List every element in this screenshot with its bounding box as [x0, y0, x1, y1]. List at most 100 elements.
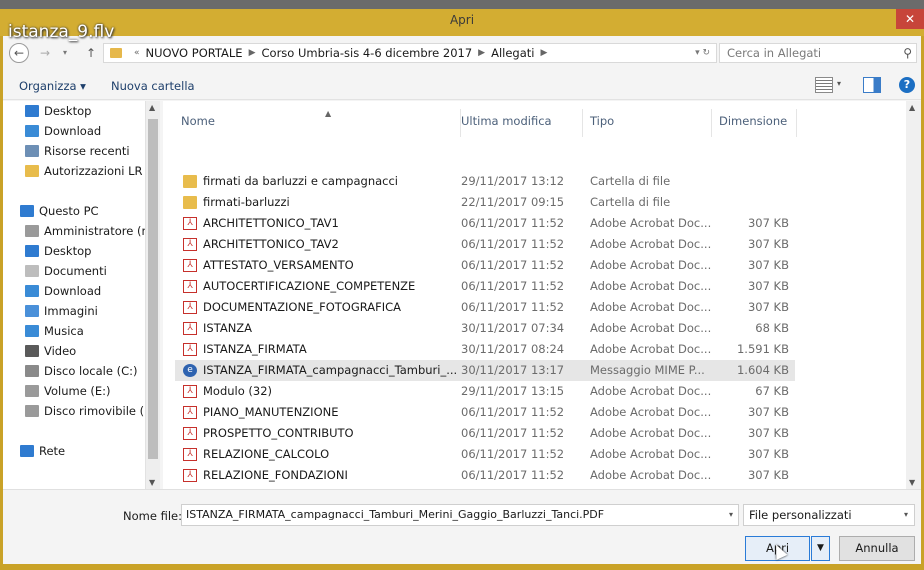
chevron-right-icon[interactable]: ▶ [249, 48, 256, 58]
file-type: Adobe Acrobat Doc... [590, 384, 712, 398]
file-row[interactable]: ⅄ AUTOCERTIFICAZIONE_COMPETENZE 06/11/2017… [175, 276, 795, 297]
file-type: Adobe Acrobat Doc... [590, 237, 712, 251]
preview-pane-icon[interactable] [863, 77, 881, 93]
column-label: Ultima modifica [461, 114, 552, 128]
nav-item[interactable]: Immagini [25, 301, 98, 321]
nav-item-label: Questo PC [39, 204, 99, 218]
file-row[interactable]: ⅄ ISTANZA_FIRMATA 30/11/2017 08:24 Adobe Ac… [175, 339, 795, 360]
scroll-thumb[interactable] [148, 119, 158, 459]
nav-item[interactable]: Disco locale (C:) [25, 361, 137, 381]
file-row[interactable]: ⅄ Modulo (32) 29/11/2017 13:15 Adobe Acroba… [175, 381, 795, 402]
chevron-down-icon[interactable]: ▾ [729, 505, 733, 525]
nav-item[interactable]: Musica [25, 321, 84, 341]
chevron-down-icon[interactable]: ▾ [837, 79, 841, 88]
breadcrumb-item[interactable]: Allegati [491, 46, 534, 60]
file-list: Nome ▲ Ultima modifica Tipo Dimensione f… [163, 101, 921, 489]
file-size: 307 KB [747, 405, 789, 419]
breadcrumb-item[interactable]: Corso Umbria-sis 4-6 dicembre 2017 [262, 46, 473, 60]
nav-item[interactable]: Video [25, 341, 76, 361]
pictures-icon [25, 305, 39, 317]
nav-item[interactable]: Download [25, 281, 101, 301]
nav-item[interactable]: Documenti [25, 261, 107, 281]
file-row[interactable]: ⅄ RELAZIONE_FONDAZIONI 06/11/2017 11:52 Ado… [175, 465, 795, 486]
nav-item-label: Desktop [44, 104, 92, 118]
sort-up-icon: ▲ [325, 109, 332, 118]
column-header-type[interactable]: Tipo [584, 109, 712, 137]
pdf-file-icon: ⅄ [183, 427, 197, 440]
address-bar[interactable]: « NUOVO PORTALE ▶ Corso Umbria-sis 4-6 d… [103, 43, 717, 63]
breadcrumb-item[interactable]: NUOVO PORTALE [146, 46, 243, 60]
file-row[interactable]: ⅄ DOCUMENTAZIONE_FOTOGRAFICA 06/11/2017 11… [175, 297, 795, 318]
file-row[interactable]: ⅄ PIANO_MANUTENZIONE 06/11/2017 11:52 Adobe… [175, 402, 795, 423]
file-row[interactable]: ⅄ ARCHITETTONICO_TAV1 06/11/2017 11:52 Adob… [175, 213, 795, 234]
help-icon[interactable]: ? [899, 77, 915, 93]
file-date: 06/11/2017 11:52 [461, 405, 565, 419]
file-date: 30/11/2017 08:24 [461, 342, 565, 356]
nav-item[interactable]: Disco rimovibile (F [25, 401, 151, 421]
file-type: Adobe Acrobat Doc... [590, 321, 712, 335]
nav-item[interactable]: Autorizzazioni LR ( [25, 161, 151, 181]
column-header-modified[interactable]: Ultima modifica [455, 109, 583, 137]
top-strip [0, 0, 924, 9]
file-type: Adobe Acrobat Doc... [590, 447, 712, 461]
nav-item-label: Rete [39, 444, 66, 458]
nav-item[interactable]: Desktop [25, 101, 91, 121]
column-header-name[interactable]: Nome ▲ [175, 109, 461, 137]
column-header-size[interactable]: Dimensione [713, 109, 797, 137]
file-type: Adobe Acrobat Doc... [590, 405, 712, 419]
file-size [715, 192, 789, 213]
nav-item-label: Download [44, 124, 102, 138]
nav-item[interactable]: Rete [20, 441, 65, 461]
nav-item[interactable]: Volume (E:) [25, 381, 111, 401]
breadcrumb-overflow[interactable]: « [134, 48, 140, 58]
file-list-scrollbar[interactable]: ▲ ▼ [906, 101, 921, 489]
file-row[interactable]: ⅄ RELAZIONE_CALCOLO 06/11/2017 11:52 Adobe … [175, 444, 795, 465]
nav-item[interactable]: Amministratore (m [25, 221, 153, 241]
search-input[interactable]: Cerca in Allegati ⚲ [719, 43, 917, 63]
scroll-down-icon[interactable]: ▼ [909, 478, 915, 487]
scroll-up-icon[interactable]: ▲ [909, 103, 915, 112]
nav-item-label: Volume (E:) [44, 384, 111, 398]
chevron-right-icon[interactable]: ▶ [478, 48, 485, 58]
network-icon [20, 445, 34, 457]
file-row[interactable]: firmati-barluzzi 22/11/2017 09:15 Cartella… [175, 192, 795, 213]
nav-item[interactable]: Desktop [25, 241, 91, 261]
file-size: 307 KB [747, 237, 789, 251]
scroll-up-icon[interactable]: ▲ [149, 103, 155, 112]
file-type-filter[interactable]: File personalizzati ▾ [743, 504, 915, 526]
address-row: ← → ▾ ↑ « NUOVO PORTALE ▶ Corso Umbria-s… [3, 40, 921, 66]
chevron-right-icon[interactable]: ▶ [540, 48, 547, 58]
refresh-icon[interactable]: ▾ ↻ [695, 44, 710, 62]
cancel-button[interactable]: Annulla [839, 536, 915, 561]
navigation-scrollbar[interactable]: ▲ ▼ [145, 101, 160, 489]
nav-item[interactable]: Download [25, 121, 101, 141]
up-folder-button[interactable]: ↑ [81, 43, 101, 63]
pdf-file-icon: ⅄ [183, 406, 197, 419]
file-row[interactable]: ⅄ ATTESTATO_VERSAMENTO 06/11/2017 11:52 Ado… [175, 255, 795, 276]
nav-item[interactable]: Risorse recenti [25, 141, 130, 161]
file-row[interactable]: ⅄ ARCHITETTONICO_TAV2 06/11/2017 11:52 Adob… [175, 234, 795, 255]
file-row[interactable]: ⅄ PROSPETTO_CONTRIBUTO 06/11/2017 11:52 Ado… [175, 423, 795, 444]
back-button[interactable]: ← [9, 43, 29, 63]
nav-item-label: Musica [44, 324, 84, 338]
recent-locations-button[interactable]: ▾ [55, 43, 75, 63]
folder-icon [183, 175, 197, 188]
file-row[interactable]: firmati da barluzzi e campagnacci 29/11/2… [175, 171, 795, 192]
nav-item-label: Documenti [44, 264, 107, 278]
close-icon[interactable]: ✕ [896, 9, 924, 29]
pdf-file-icon: ⅄ [183, 385, 197, 398]
nav-item[interactable]: Questo PC [20, 201, 99, 221]
organize-button[interactable]: Organizza ▾ [19, 79, 86, 93]
view-options-icon[interactable] [815, 77, 833, 93]
new-folder-button[interactable]: Nuova cartella [111, 79, 195, 93]
nav-item-label: Immagini [44, 304, 98, 318]
scroll-down-icon[interactable]: ▼ [149, 478, 155, 487]
file-row[interactable]: e ISTANZA_FIRMATA_campagnacci_Tamburi_...… [175, 360, 795, 381]
filename-input[interactable]: ISTANZA_FIRMATA_campagnacci_Tamburi_Meri… [181, 504, 739, 526]
forward-button[interactable]: → [35, 43, 55, 63]
open-options-button[interactable]: ▼ [811, 536, 830, 561]
pdf-file-icon: ⅄ [183, 259, 197, 272]
file-size: 1.591 KB [736, 342, 789, 356]
file-row[interactable]: ⅄ ISTANZA 30/11/2017 07:34 Adobe Acrobat Do… [175, 318, 795, 339]
filename-value: ISTANZA_FIRMATA_campagnacci_Tamburi_Meri… [186, 508, 605, 521]
